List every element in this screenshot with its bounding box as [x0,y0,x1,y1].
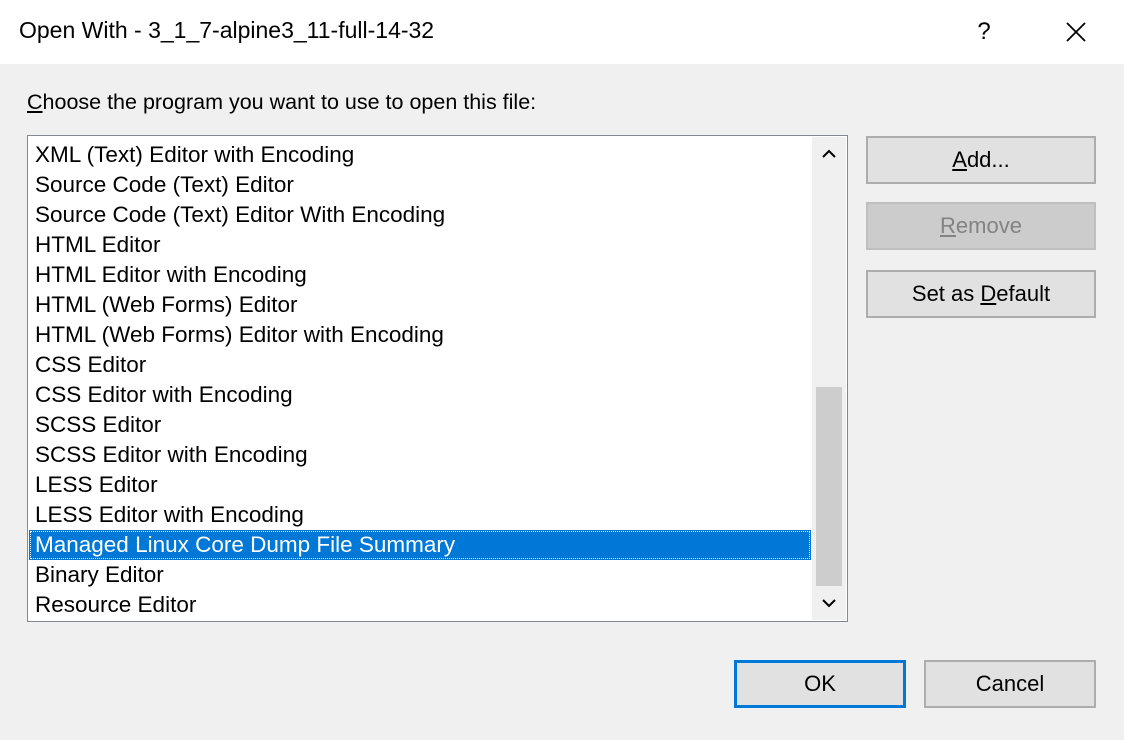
window-title: Open With - 3_1_7-alpine3_11-full-14-32 [19,17,435,43]
vertical-scrollbar[interactable] [812,137,846,620]
prompt-label: Choose the program you want to use to op… [27,90,536,115]
help-button[interactable]: ? [938,0,1030,64]
program-list-item[interactable]: CSS Editor with Encoding [29,380,811,410]
chevron-down-icon [822,599,836,608]
remove-accel: R [940,213,956,238]
add-label: dd... [966,147,1010,172]
prompt-accel: C [27,90,43,114]
close-button[interactable] [1030,0,1122,64]
program-list-item[interactable]: SCSS Editor [29,410,811,440]
chevron-up-icon [822,149,836,158]
add-accel: A [952,147,967,172]
scroll-down-button[interactable] [812,586,846,620]
set-as-default-button[interactable]: Set as Default [866,270,1096,318]
program-list-item[interactable]: Source Code (Text) Editor With Encoding [29,200,811,230]
remove-label: emove [955,213,1022,238]
program-list-item[interactable]: XML (Text) Editor with Encoding [29,140,811,170]
program-list-item[interactable]: CSS Editor [29,350,811,380]
program-list-item[interactable]: LESS Editor [29,470,811,500]
help-icon: ? [977,18,991,45]
cancel-button[interactable]: Cancel [924,660,1096,708]
program-list-item[interactable]: HTML Editor [29,230,811,260]
title-bar: Open With - 3_1_7-alpine3_11-full-14-32 … [0,0,1124,64]
add-button[interactable]: Add... [866,136,1096,184]
open-with-dialog: Open With - 3_1_7-alpine3_11-full-14-32 … [0,0,1124,740]
program-list-item[interactable]: Managed Linux Core Dump File Summary [29,530,811,560]
ok-button[interactable]: OK [734,660,906,708]
close-icon [1066,22,1086,42]
set-default-accel: D [980,281,997,306]
set-default-label: efault [996,281,1051,306]
program-list-item[interactable]: HTML (Web Forms) Editor with Encoding [29,320,811,350]
program-list-item[interactable]: SCSS Editor with Encoding [29,440,811,470]
prompt-text: hoose the program you want to use to ope… [42,90,537,114]
set-default-pre: Set as [911,281,981,306]
program-list-item[interactable]: HTML Editor with Encoding [29,260,811,290]
scroll-thumb[interactable] [816,386,842,586]
program-list-item[interactable]: Resource Editor [29,590,811,620]
scroll-up-button[interactable] [812,137,846,171]
remove-button[interactable]: Remove [866,202,1096,250]
program-list-item[interactable]: Source Code (Text) Editor [29,170,811,200]
program-list-item[interactable]: LESS Editor with Encoding [29,500,811,530]
program-list-item[interactable]: HTML (Web Forms) Editor [29,290,811,320]
program-list: XML (Text) Editor with Encoding Source Co… [29,140,811,620]
program-list-item[interactable]: Binary Editor [29,560,811,590]
program-listbox[interactable]: XML (Text) Editor with Encoding Source Co… [27,135,848,622]
